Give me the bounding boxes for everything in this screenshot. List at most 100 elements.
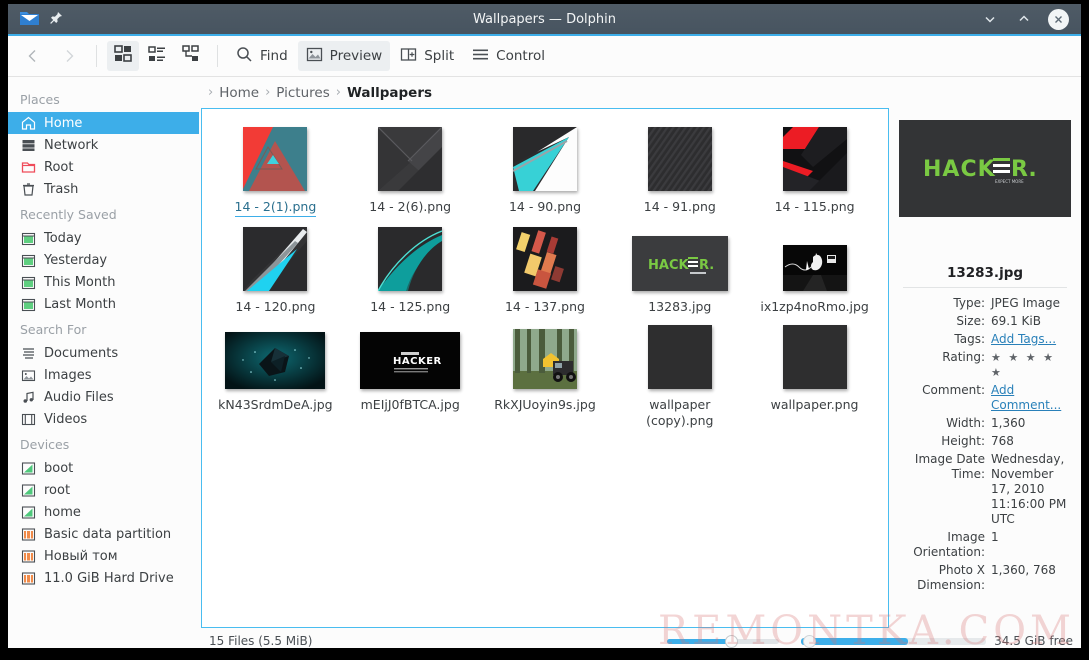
file-thumbnail[interactable] xyxy=(225,332,326,389)
file-item[interactable]: ix1zp4noRmo.jpg xyxy=(747,219,882,317)
file-name-label[interactable]: mEIjJ0fBTCA.jpg xyxy=(361,397,460,413)
file-count-label: 15 Files (5.5 MiB) xyxy=(209,634,313,648)
view-details-button[interactable] xyxy=(175,41,207,71)
sidebar-item-last-month[interactable]: Last Month xyxy=(8,293,199,315)
file-name-label[interactable]: 14 - 90.png xyxy=(509,199,581,215)
file-thumbnail[interactable] xyxy=(647,325,712,389)
file-thumbnail[interactable] xyxy=(512,227,577,291)
file-thumbnail[interactable]: HACKER xyxy=(360,332,461,389)
find-button[interactable]: Find xyxy=(228,41,296,71)
file-name-label[interactable]: 14 - 115.png xyxy=(775,199,855,215)
file-grid: 14 - 2(1).png 14 - 2(6).png 14 - 90.png 14 … xyxy=(208,119,882,431)
forward-button[interactable] xyxy=(52,41,86,71)
info-row-key: Width: xyxy=(946,416,985,430)
file-thumbnail[interactable]: HACK R. xyxy=(631,236,728,291)
file-item[interactable]: wallpaper (copy).png xyxy=(612,317,747,431)
sidebar-item-новый-том[interactable]: Новый том xyxy=(8,545,199,567)
file-name-label[interactable]: 14 - 91.png xyxy=(644,199,716,215)
sidebar-item-videos[interactable]: Videos xyxy=(8,408,199,430)
sidebar-item-network[interactable]: Network xyxy=(8,134,199,156)
file-thumbnail[interactable] xyxy=(782,245,847,291)
preview-button[interactable]: Preview xyxy=(297,41,391,71)
file-thumbnail-box xyxy=(378,125,443,191)
sidebar-item-root[interactable]: Root xyxy=(8,156,199,178)
sidebar-item-today[interactable]: Today xyxy=(8,227,199,249)
sidebar-item-home[interactable]: home xyxy=(8,501,199,523)
file-thumbnail[interactable] xyxy=(782,127,847,191)
file-name-label[interactable]: 14 - 2(6).png xyxy=(369,199,451,215)
file-thumbnail[interactable] xyxy=(512,127,577,191)
file-item[interactable]: 14 - 120.png xyxy=(208,219,343,317)
info-row-value: JPEG Image xyxy=(991,296,1061,310)
minimize-button[interactable] xyxy=(980,9,1000,29)
file-name-label[interactable]: wallpaper.png xyxy=(771,397,859,413)
file-name-label[interactable]: 14 - 120.png xyxy=(235,299,315,315)
free-space-bar[interactable] xyxy=(801,634,987,648)
sidebar-item-basic-data-partition[interactable]: Basic data partition xyxy=(8,523,199,545)
file-item[interactable]: 14 - 115.png xyxy=(747,119,882,219)
file-thumbnail[interactable] xyxy=(243,127,308,191)
file-thumbnail[interactable] xyxy=(647,127,712,191)
window-controls xyxy=(980,8,1075,30)
sidebar-item-yesterday[interactable]: Yesterday xyxy=(8,249,199,271)
file-grid-view[interactable]: 14 - 2(1).png 14 - 2(6).png 14 - 90.png 14 … xyxy=(201,108,889,628)
file-name-label[interactable]: wallpaper (copy).png xyxy=(616,397,743,429)
file-item[interactable]: 14 - 2(1).png xyxy=(208,119,343,219)
close-button[interactable] xyxy=(1048,8,1069,30)
file-name-label[interactable]: 14 - 125.png xyxy=(370,299,450,315)
split-button[interactable]: Split xyxy=(392,41,462,71)
file-thumbnail[interactable] xyxy=(243,227,308,291)
file-item[interactable]: RkXJUoyin9s.jpg xyxy=(478,317,613,431)
info-row-link[interactable]: Add Comment... xyxy=(991,383,1071,413)
file-name-label[interactable]: 13283.jpg xyxy=(648,299,711,315)
zoom-slider[interactable] xyxy=(667,634,780,648)
file-name-label[interactable]: 14 - 137.png xyxy=(505,299,585,315)
file-item[interactable]: 14 - 137.png xyxy=(478,219,613,317)
info-row-link[interactable]: Add Tags... xyxy=(991,332,1071,347)
sidebar-item-label: Trash xyxy=(44,181,79,197)
view-icons-button[interactable] xyxy=(107,41,139,71)
breadcrumb-item-home[interactable]: Home xyxy=(219,85,259,101)
places-sidebar[interactable]: Places Home Network Root Trash Recently Saved… xyxy=(8,77,199,654)
control-button[interactable]: Control xyxy=(464,41,553,71)
sidebar-item-audio-files[interactable]: Audio Files xyxy=(8,386,199,408)
file-thumbnail[interactable] xyxy=(378,127,443,191)
breadcrumb-item-pictures[interactable]: Pictures xyxy=(276,85,329,101)
file-item[interactable]: kN43SrdmDeA.jpg xyxy=(208,317,343,431)
file-thumbnail[interactable] xyxy=(782,325,847,389)
maximize-button[interactable] xyxy=(1014,9,1034,29)
file-item[interactable]: wallpaper.png xyxy=(747,317,882,431)
back-button[interactable] xyxy=(16,41,50,71)
file-thumbnail[interactable] xyxy=(512,329,577,389)
breadcrumb[interactable]: › Home › Pictures › Wallpapers xyxy=(199,77,1081,108)
sidebar-item-home[interactable]: Home xyxy=(8,112,199,134)
file-item[interactable]: 14 - 90.png xyxy=(478,119,613,219)
sidebar-item-trash[interactable]: Trash xyxy=(8,178,199,200)
file-thumbnail-box xyxy=(647,323,712,389)
file-name-label[interactable]: ix1zp4noRmo.jpg xyxy=(760,299,868,315)
pin-icon[interactable] xyxy=(49,10,63,29)
info-row: Photo X Dimension: 1,360, 768 xyxy=(899,563,1071,593)
sidebar-item-documents[interactable]: Documents xyxy=(8,342,199,364)
sidebar-item-images[interactable]: Images xyxy=(8,364,199,386)
file-item[interactable]: HACKER mEIjJ0fBTCA.jpg xyxy=(343,317,478,431)
info-row-value: Wednesday, November 17, 2010 11:16:00 PM… xyxy=(991,452,1067,526)
zoom-slider-handle[interactable] xyxy=(725,634,739,648)
drive-green-icon xyxy=(20,504,36,520)
svg-text:HACKER: HACKER xyxy=(393,356,442,367)
view-compact-button[interactable] xyxy=(141,41,173,71)
file-item[interactable]: HACK R. 13283.jpg xyxy=(612,219,747,317)
file-item[interactable]: 14 - 2(6).png xyxy=(343,119,478,219)
sidebar-item-11-0-gib-hard-drive[interactable]: 11.0 GiB Hard Drive xyxy=(8,567,199,589)
breadcrumb-item-wallpapers[interactable]: Wallpapers xyxy=(347,85,432,101)
file-item[interactable]: 14 - 91.png xyxy=(612,119,747,219)
sidebar-item-boot[interactable]: boot xyxy=(8,457,199,479)
file-thumbnail[interactable] xyxy=(378,227,443,291)
sidebar-item-root[interactable]: root xyxy=(8,479,199,501)
file-item[interactable]: 14 - 125.png xyxy=(343,219,478,317)
file-name-label[interactable]: 14 - 2(1).png xyxy=(234,199,317,217)
file-name-label[interactable]: kN43SrdmDeA.jpg xyxy=(218,397,332,413)
file-name-label[interactable]: RkXJUoyin9s.jpg xyxy=(494,397,596,413)
sidebar-item-this-month[interactable]: This Month xyxy=(8,271,199,293)
info-preview-thumbnail: HACK R. EXPECT MORE xyxy=(899,120,1071,217)
